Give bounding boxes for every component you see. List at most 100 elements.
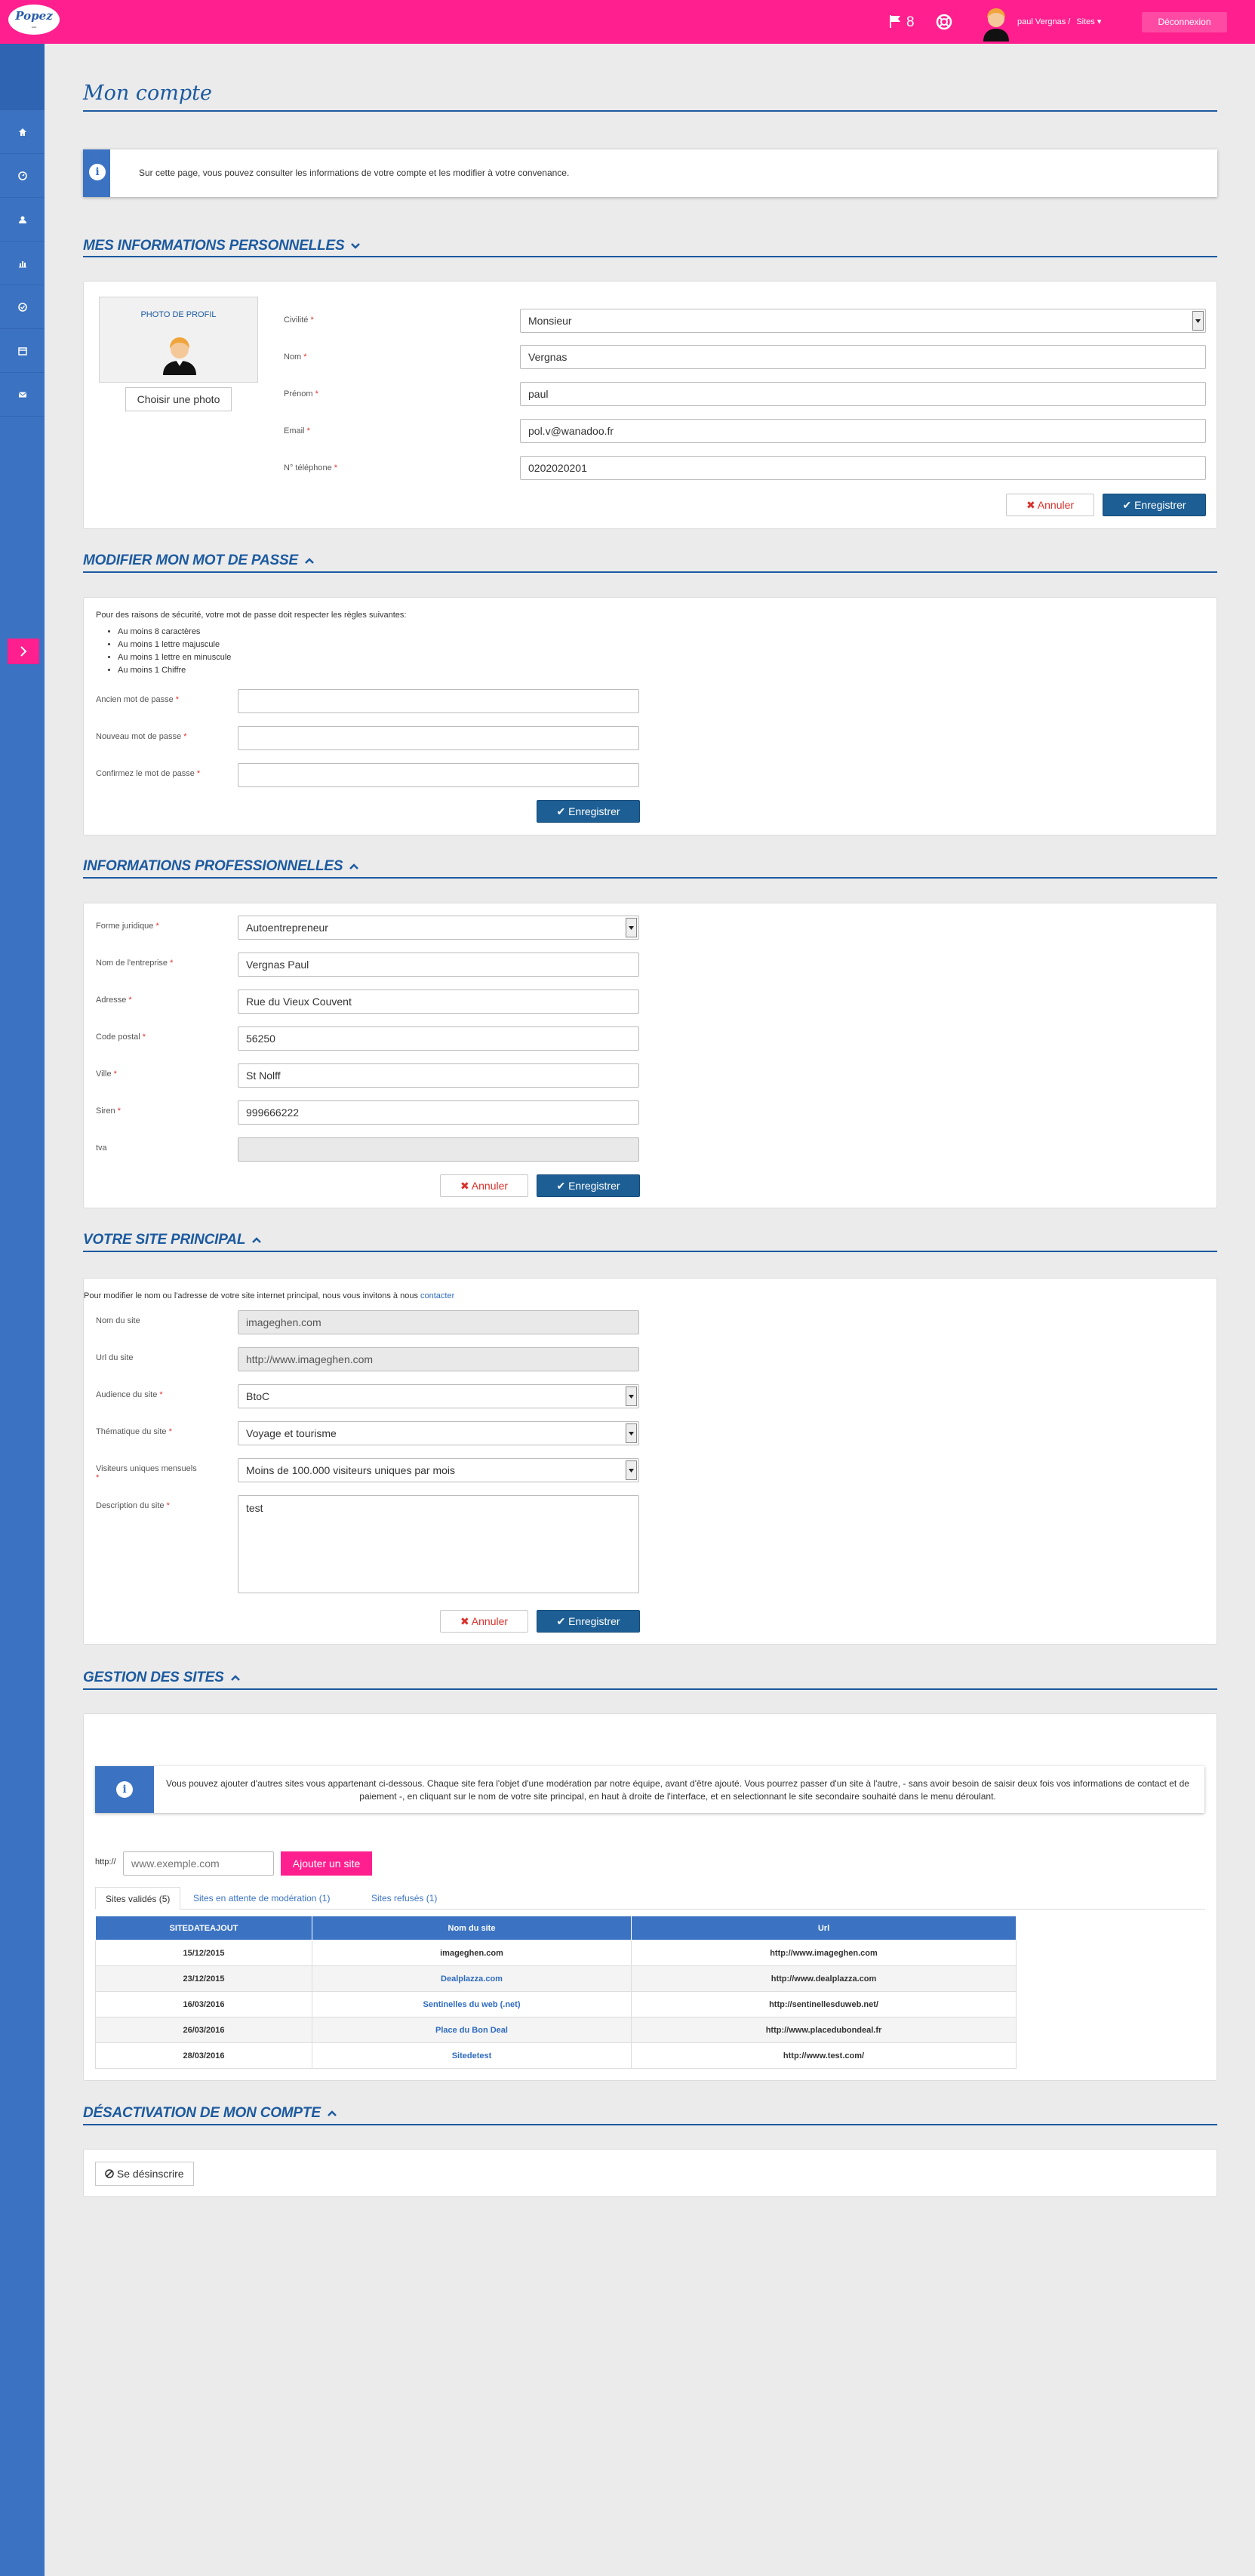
sidebar-item-dashboard[interactable] <box>0 154 45 198</box>
adresse-input[interactable]: Rue du Vieux Couvent <box>238 989 639 1014</box>
phone-input[interactable]: 0202020201 <box>520 456 1206 480</box>
sidebar-item-account[interactable] <box>0 198 45 242</box>
cancel-button[interactable]: ✖ Annuler <box>440 1174 528 1197</box>
notification-count: 8 <box>906 14 915 30</box>
column-header: Nom du site <box>312 1916 632 1940</box>
visiteurs-select[interactable]: Moins de 100.000 visiteurs uniques par m… <box>238 1458 639 1482</box>
save-button[interactable]: ✔ Enregistrer <box>537 1610 640 1633</box>
date-cell: 28/03/2016 <box>95 2042 312 2069</box>
section-title-password[interactable]: MODIFIER MON MOT DE PASSE <box>83 552 315 569</box>
thematique-select[interactable]: Voyage et tourisme <box>238 1421 639 1445</box>
contact-link[interactable]: contacter <box>420 1291 454 1300</box>
description-textarea[interactable]: test <box>238 1495 639 1593</box>
sidebar-header <box>0 44 45 110</box>
site-name-label: Nom du site <box>96 1316 140 1325</box>
cp-input[interactable]: 56250 <box>238 1026 639 1051</box>
tab-refused[interactable]: Sites refusés (1) <box>361 1887 447 1910</box>
logout-button[interactable]: Déconnexion <box>1142 12 1227 32</box>
save-button[interactable]: ✔ Enregistrer <box>537 1174 640 1197</box>
new-password-label: Nouveau mot de passe * <box>96 732 187 741</box>
caret-down-icon <box>629 1394 634 1399</box>
lifebuoy-icon[interactable] <box>936 14 952 34</box>
thematique-label: Thématique du site * <box>96 1427 172 1436</box>
sidebar-item-tasks[interactable] <box>0 285 45 329</box>
photo-label: PHOTO DE PROFIL <box>140 310 217 319</box>
sidebar-item-home[interactable] <box>0 110 45 154</box>
nom-input[interactable]: Vergnas <box>520 345 1206 369</box>
deactivation-panel <box>83 2149 1217 2197</box>
siren-label: Siren * <box>96 1106 122 1116</box>
gauge-icon <box>17 171 27 180</box>
personal-info-panel: PHOTO DE PROFIL Choisir une photo Civili… <box>83 281 1217 529</box>
choose-photo-button[interactable]: Choisir une photo <box>125 387 232 411</box>
column-header: SITEDATEAJOUT <box>95 1916 312 1940</box>
caret-down-icon <box>1195 319 1201 323</box>
user-avatar[interactable] <box>977 4 1015 42</box>
entreprise-input[interactable]: Vergnas Paul <box>238 953 639 977</box>
tab-pending[interactable]: Sites en attente de modération (1) <box>183 1887 340 1910</box>
password-panel: Pour des raisons de sécurité, votre mot … <box>83 597 1217 836</box>
sidebar-item-calendar[interactable] <box>0 329 45 373</box>
home-icon <box>18 128 26 136</box>
notifications[interactable]: 8 <box>888 14 915 31</box>
phone-label: N° téléphone * <box>284 463 338 472</box>
save-button[interactable]: ✔ Enregistrer <box>1103 494 1206 516</box>
siren-input[interactable]: 999666222 <box>238 1100 639 1125</box>
cp-label: Code postal * <box>96 1033 146 1042</box>
add-site-button[interactable]: Ajouter un site <box>281 1851 372 1876</box>
adresse-label: Adresse * <box>96 996 132 1005</box>
prenom-input[interactable]: paul <box>520 382 1206 406</box>
pro-info-panel: Forme juridique * Autoentrepreneur Nom d… <box>83 903 1217 1208</box>
brand-logo[interactable]: Popez — <box>8 5 60 35</box>
table-header: SITEDATEAJOUT Nom du site Url <box>95 1916 1017 1940</box>
ville-input[interactable]: St Nolff <box>238 1063 639 1088</box>
site-url-input[interactable] <box>123 1851 274 1876</box>
forme-select[interactable]: Autoentrepreneur <box>238 916 639 940</box>
chevron-up-icon <box>327 2110 337 2116</box>
cancel-button[interactable]: ✖ Annuler <box>1006 494 1094 516</box>
section-title-site[interactable]: VOTRE SITE PRINCIPAL <box>83 1232 262 1248</box>
sites-table: SITEDATEAJOUT Nom du site Url 15/12/2015… <box>95 1916 1017 2069</box>
tva-input[interactable] <box>238 1137 639 1162</box>
http-prefix: http:// <box>95 1857 116 1867</box>
save-password-button[interactable]: ✔ Enregistrer <box>537 800 640 823</box>
description-label: Description du site * <box>96 1501 170 1510</box>
entreprise-label: Nom de l'entreprise * <box>96 959 174 968</box>
tva-label: tva <box>96 1143 107 1153</box>
site-name-link[interactable]: Dealplazza.com <box>312 1965 632 1992</box>
audience-select[interactable]: BtoC <box>238 1384 639 1408</box>
sidebar-item-messages[interactable] <box>0 373 45 417</box>
civilite-select[interactable]: Monsieur <box>520 309 1206 333</box>
email-field[interactable]: pol.v@wanadoo.fr <box>520 419 1206 443</box>
check-circle-icon <box>17 302 27 312</box>
site-url-input[interactable]: http://www.imageghen.com <box>238 1347 639 1371</box>
avatar <box>163 337 196 375</box>
sidebar-item-stats[interactable] <box>0 242 45 285</box>
site-name-link[interactable]: Sitedetest <box>312 2042 632 2069</box>
section-title-deactivation[interactable]: DÉSACTIVATION DE MON COMPTE <box>83 2105 337 2122</box>
unsubscribe-button[interactable]: Se désinscrire <box>95 2162 194 2186</box>
table-row: 23/12/2015 Dealplazza.com http://www.dea… <box>95 1965 1017 1992</box>
tab-validated[interactable]: Sites validés (5) <box>95 1887 181 1910</box>
site-intro: Pour modifier le nom ou l'adresse de vot… <box>84 1291 455 1300</box>
sites-info-text: Vous pouvez ajouter d'autres sites vous … <box>166 1778 1189 1802</box>
info-icon: i <box>116 1781 133 1798</box>
caret-down-icon <box>629 925 634 930</box>
confirm-password-input[interactable] <box>238 763 639 787</box>
section-title-gestion[interactable]: GESTION DES SITES <box>83 1670 241 1686</box>
sites-info-banner: i Vous pouvez ajouter d'autres sites vou… <box>95 1766 1204 1813</box>
audience-label: Audience du site * <box>96 1390 163 1399</box>
flag-icon <box>890 15 900 28</box>
info-banner: i Sur cette page, vous pouvez consulter … <box>83 149 1217 197</box>
table-row: 26/03/2016 Place du Bon Deal http://www.… <box>95 2017 1017 2043</box>
old-password-input[interactable] <box>238 689 639 713</box>
user-menu[interactable]: paul Vergnas / Sites ▾ <box>1017 17 1101 26</box>
site-name-link[interactable]: Place du Bon Deal <box>312 2017 632 2043</box>
section-title-pro[interactable]: INFORMATIONS PROFESSIONNELLES <box>83 858 359 875</box>
section-title-personal[interactable]: MES INFORMATIONS PERSONNELLES <box>83 238 361 254</box>
site-name-link[interactable]: Sentinelles du web (.net) <box>312 1991 632 2017</box>
sidebar-expand-button[interactable] <box>8 639 39 664</box>
new-password-input[interactable] <box>238 726 639 750</box>
site-name-input[interactable]: imageghen.com <box>238 1310 639 1334</box>
cancel-button[interactable]: ✖ Annuler <box>440 1610 528 1633</box>
